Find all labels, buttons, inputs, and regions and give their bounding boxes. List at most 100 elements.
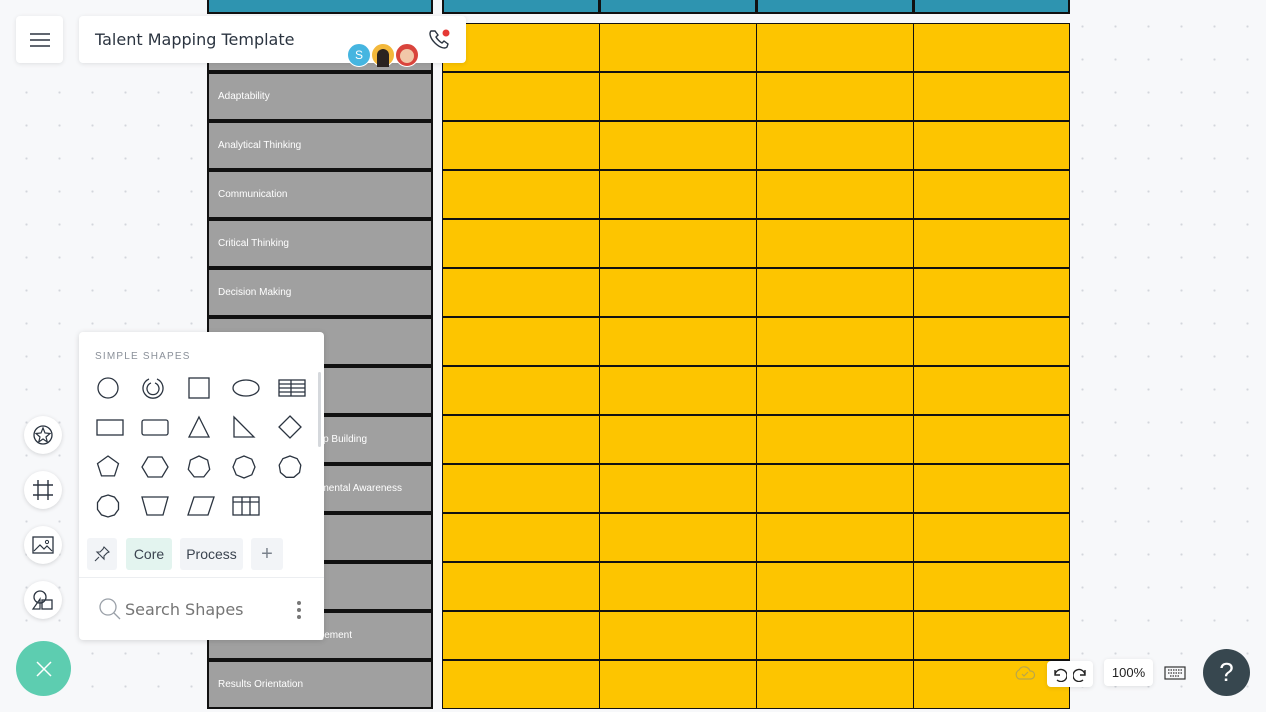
rating-cell[interactable] (756, 317, 914, 366)
redo-icon[interactable] (1073, 666, 1089, 682)
shape-table-grid[interactable] (224, 487, 270, 527)
shape-nonagon[interactable] (269, 447, 315, 487)
rating-cell[interactable] (599, 464, 757, 513)
rating-cell[interactable] (756, 23, 914, 72)
shape-ellipse[interactable] (224, 368, 270, 408)
rating-cell[interactable] (756, 72, 914, 121)
tool-image[interactable] (24, 526, 62, 564)
rating-cell[interactable] (756, 268, 914, 317)
pin-button[interactable] (87, 538, 117, 570)
rating-cell[interactable] (599, 219, 757, 268)
rating-cell[interactable] (599, 415, 757, 464)
rating-cell[interactable] (756, 562, 914, 611)
rating-cell[interactable] (756, 121, 914, 170)
more-options-icon[interactable] (296, 600, 302, 620)
rating-cell[interactable] (442, 170, 600, 219)
tab-process[interactable]: Process (180, 538, 243, 570)
skill-label-cell[interactable]: Critical Thinking (207, 219, 433, 268)
menu-button[interactable] (16, 16, 63, 63)
rating-cell[interactable] (913, 513, 1070, 562)
shape-triangle[interactable] (178, 408, 224, 448)
rating-cell[interactable] (599, 72, 757, 121)
rating-cell[interactable] (599, 170, 757, 219)
close-fab-button[interactable] (16, 641, 71, 696)
header-cell[interactable] (207, 0, 433, 14)
tab-core[interactable]: Core (126, 538, 172, 570)
shape-right-triangle[interactable] (224, 408, 270, 448)
rating-cell[interactable] (913, 464, 1070, 513)
zoom-level-button[interactable]: 100% (1104, 659, 1153, 686)
avatar[interactable]: S (347, 43, 371, 67)
header-cell[interactable] (442, 0, 600, 14)
shape-heptagon[interactable] (178, 447, 224, 487)
skill-label-cell[interactable]: Communication (207, 170, 433, 219)
rating-cell[interactable] (599, 366, 757, 415)
rating-cell[interactable] (442, 464, 600, 513)
rating-cell[interactable] (913, 366, 1070, 415)
phone-icon[interactable] (426, 27, 452, 53)
shape-pentagon[interactable] (87, 447, 133, 487)
rating-cell[interactable] (756, 366, 914, 415)
shape-table-lines[interactable] (269, 368, 315, 408)
rating-cell[interactable] (913, 219, 1070, 268)
add-library-button[interactable]: + (251, 538, 283, 570)
rating-cell[interactable] (442, 660, 600, 709)
rating-cell[interactable] (442, 317, 600, 366)
tool-frame[interactable] (24, 471, 62, 509)
skill-label-cell[interactable]: Adaptability (207, 72, 433, 121)
rating-cell[interactable] (442, 513, 600, 562)
rating-cell[interactable] (913, 23, 1070, 72)
undo-icon[interactable] (1051, 666, 1067, 682)
shape-diamond[interactable] (269, 408, 315, 448)
shape-hexagon[interactable] (133, 447, 179, 487)
rating-cell[interactable] (913, 317, 1070, 366)
rating-cell[interactable] (442, 611, 600, 660)
rating-cell[interactable] (756, 170, 914, 219)
skill-label-cell[interactable]: Analytical Thinking (207, 121, 433, 170)
header-cell[interactable] (756, 0, 914, 14)
rating-cell[interactable] (442, 366, 600, 415)
rating-cell[interactable] (756, 660, 914, 709)
rating-cell[interactable] (442, 562, 600, 611)
skill-label-cell[interactable]: Decision Making (207, 268, 433, 317)
rating-cell[interactable] (913, 268, 1070, 317)
rating-cell[interactable] (756, 611, 914, 660)
rating-cell[interactable] (442, 415, 600, 464)
shape-circle[interactable] (87, 368, 133, 408)
rating-cell[interactable] (442, 268, 600, 317)
shape-square[interactable] (178, 368, 224, 408)
rating-cell[interactable] (913, 611, 1070, 660)
keyboard-icon[interactable] (1164, 666, 1186, 680)
rating-cell[interactable] (599, 23, 757, 72)
document-title[interactable]: Talent Mapping Template (95, 30, 294, 49)
rating-cell[interactable] (442, 219, 600, 268)
rating-cell[interactable] (913, 121, 1070, 170)
tool-shapes[interactable] (24, 581, 62, 619)
rating-cell[interactable] (599, 660, 757, 709)
rating-cell[interactable] (442, 121, 600, 170)
rating-cell[interactable] (599, 611, 757, 660)
rating-cell[interactable] (756, 415, 914, 464)
rating-cell[interactable] (599, 121, 757, 170)
rating-cell[interactable] (756, 219, 914, 268)
shape-decagon[interactable] (87, 487, 133, 527)
header-cell[interactable] (913, 0, 1070, 14)
rating-cell[interactable] (913, 562, 1070, 611)
rating-cell[interactable] (599, 268, 757, 317)
rating-cell[interactable] (442, 72, 600, 121)
rating-cell[interactable] (756, 513, 914, 562)
tool-star-shape[interactable] (24, 416, 62, 454)
skill-label-cell[interactable]: Results Orientation (207, 660, 433, 709)
shape-donut[interactable] (133, 368, 179, 408)
rating-cell[interactable] (599, 562, 757, 611)
avatar[interactable] (395, 43, 419, 67)
scrollbar[interactable] (318, 372, 321, 447)
rating-cell[interactable] (913, 72, 1070, 121)
shape-rectangle[interactable] (87, 408, 133, 448)
avatar[interactable] (371, 43, 395, 67)
rating-cell[interactable] (599, 317, 757, 366)
shape-rounded-rectangle[interactable] (133, 408, 179, 448)
shape-trapezoid[interactable] (133, 487, 179, 527)
help-button[interactable]: ? (1203, 649, 1250, 696)
header-cell[interactable] (599, 0, 757, 14)
